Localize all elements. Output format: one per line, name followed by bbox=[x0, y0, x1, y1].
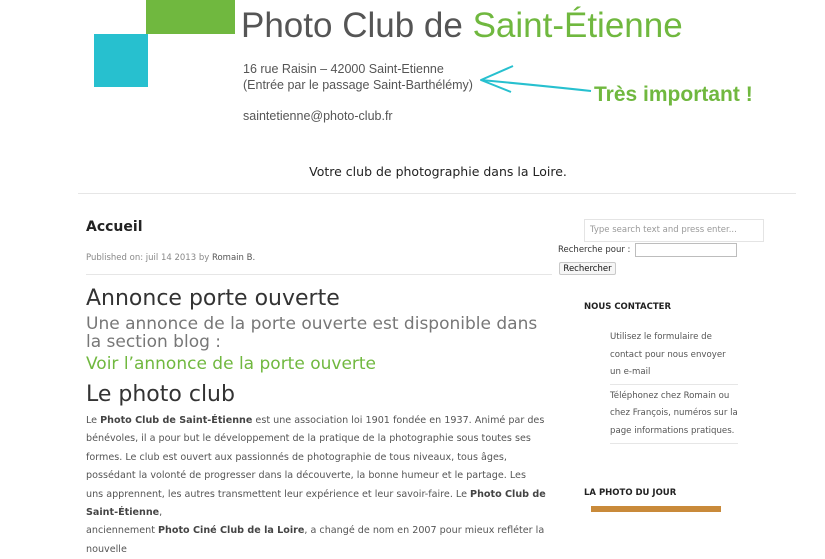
logo-teal-square bbox=[94, 34, 148, 87]
para-text: est une association loi 1901 fondée en 1… bbox=[86, 415, 545, 500]
photo-of-day-image[interactable] bbox=[591, 506, 721, 512]
search-text-input[interactable]: Type search text and press enter... bbox=[584, 219, 764, 242]
para-text: , bbox=[159, 507, 163, 519]
annotation-arrow-icon bbox=[480, 65, 592, 93]
post-meta: Published on: juil 14 2013 by Romain B. bbox=[86, 253, 255, 263]
open-house-subheading: Une annonce de la porte ouverte est disp… bbox=[86, 314, 538, 352]
site-title-prefix: Photo Club de bbox=[241, 6, 473, 45]
post-author[interactable]: Romain B. bbox=[212, 253, 255, 263]
photo-of-day-title: LA PHOTO DU JOUR bbox=[584, 488, 677, 498]
site-title[interactable]: Photo Club de Saint-Étienne bbox=[241, 5, 683, 47]
contact-item-phone[interactable]: Téléphonez chez Romain ou chez François,… bbox=[610, 388, 738, 444]
published-label: Published on: bbox=[86, 253, 144, 263]
logo-green-square bbox=[146, 0, 235, 34]
site-tagline: Votre club de photographie dans la Loire… bbox=[309, 164, 567, 179]
post-title[interactable]: Accueil bbox=[86, 219, 143, 235]
important-annotation: Très important ! bbox=[594, 83, 753, 106]
by-label: by bbox=[198, 253, 210, 263]
heading-photo-club: Le photo club bbox=[86, 382, 235, 407]
address-line-1: 16 rue Raisin – 42000 Saint-Etienne bbox=[243, 62, 444, 76]
intro-paragraph: Le Photo Club de Saint-Étienne est une a… bbox=[86, 412, 546, 559]
site-title-city: Saint-Étienne bbox=[472, 6, 683, 45]
contact-email[interactable]: saintetienne@photo-club.fr bbox=[243, 109, 393, 123]
post-date: juil 14 2013 bbox=[145, 253, 197, 263]
search-button[interactable]: Rechercher bbox=[559, 262, 616, 275]
para-text: Le bbox=[86, 415, 101, 426]
search-input[interactable] bbox=[635, 243, 737, 257]
search-label: Recherche pour : bbox=[558, 245, 631, 255]
para-bold-former-name: Photo Ciné Club de la Loire bbox=[158, 525, 305, 537]
contact-widget-title: NOUS CONTACTER bbox=[584, 302, 672, 312]
contact-list: Utilisez le formulaire de contact pour n… bbox=[610, 329, 738, 444]
post-divider bbox=[86, 274, 552, 275]
contact-item-form[interactable]: Utilisez le formulaire de contact pour n… bbox=[610, 329, 738, 385]
para-text: anciennement bbox=[86, 525, 159, 537]
heading-open-house: Annonce porte ouverte bbox=[86, 286, 340, 311]
para-bold-club: Photo Club de Saint-Étienne bbox=[100, 415, 253, 426]
address-line-2: (Entrée par le passage Saint-Barthélémy) bbox=[243, 78, 473, 92]
header-divider bbox=[78, 193, 796, 194]
open-house-link[interactable]: Voir l’annonce de la porte ouverte bbox=[86, 354, 376, 374]
